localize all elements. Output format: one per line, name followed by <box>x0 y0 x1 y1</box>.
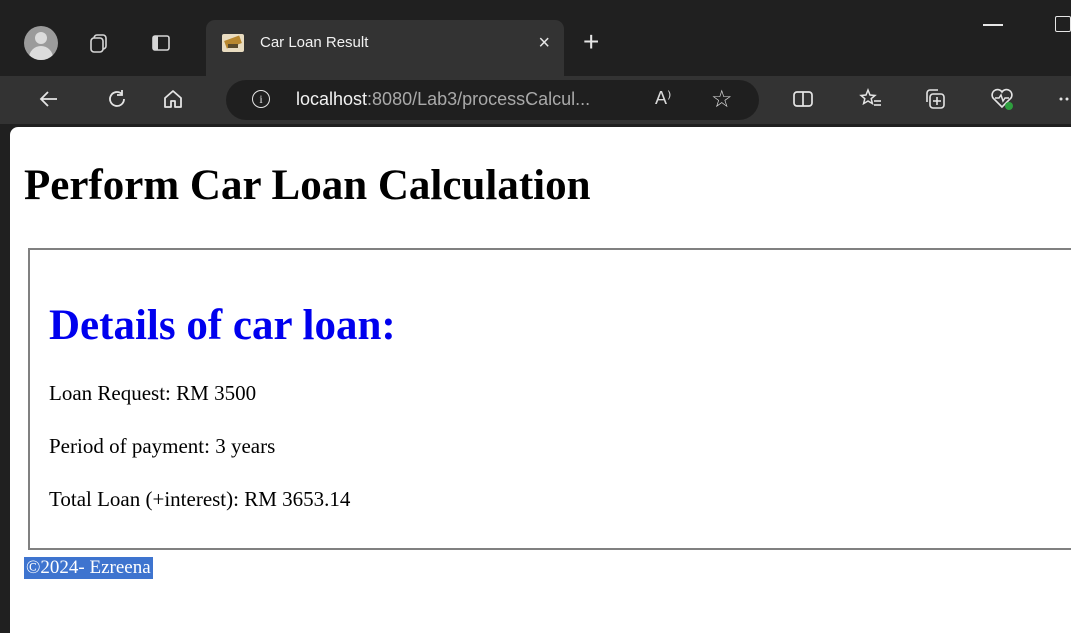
browser-titlebar: Car Loan Result × + <box>0 0 1071 76</box>
details-heading: Details of car loan: <box>49 302 396 349</box>
page-title: Perform Car Loan Calculation <box>24 162 591 209</box>
read-aloud-icon[interactable]: A⁾ <box>655 88 671 109</box>
tab-close-icon[interactable]: × <box>538 32 550 55</box>
refresh-icon[interactable] <box>102 84 132 114</box>
favorite-star-icon[interactable]: ☆ <box>711 85 733 114</box>
active-tab[interactable]: Car Loan Result × <box>206 20 564 76</box>
collections-icon[interactable] <box>920 84 950 114</box>
address-bar[interactable]: i localhost:8080/Lab3/processCalcul... A… <box>226 80 759 120</box>
browser-essentials-icon[interactable] <box>987 84 1017 114</box>
payment-period-text: Period of payment: 3 years <box>49 434 276 458</box>
more-icon[interactable] <box>1052 84 1071 114</box>
profile-avatar[interactable] <box>24 26 58 60</box>
home-icon[interactable] <box>158 84 188 114</box>
url-host: localhost <box>296 89 368 109</box>
browser-toolbar: i localhost:8080/Lab3/processCalcul... A… <box>0 76 1071 124</box>
tab-title: Car Loan Result <box>260 34 369 51</box>
new-tab-button[interactable]: + <box>583 28 599 56</box>
footer-copyright: ©2024- Ezreena <box>24 557 153 579</box>
split-screen-icon[interactable] <box>788 84 818 114</box>
site-favicon-icon <box>222 34 244 52</box>
back-icon[interactable] <box>34 84 64 114</box>
url-text[interactable]: localhost:8080/Lab3/processCalcul... <box>296 89 590 110</box>
favorites-icon[interactable] <box>856 84 886 114</box>
loan-request-text: Loan Request: RM 3500 <box>49 381 257 405</box>
url-path: :8080/Lab3/processCalcul... <box>367 89 591 109</box>
total-loan-text: Total Loan (+interest): RM 3653.14 <box>49 487 351 511</box>
loan-details-box: Details of car loan: Loan Request: RM 35… <box>28 248 1071 550</box>
tab-actions-icon[interactable] <box>148 30 174 56</box>
info-icon[interactable]: i <box>252 90 270 108</box>
minimize-icon[interactable] <box>983 24 1003 26</box>
workspaces-icon[interactable] <box>86 30 112 56</box>
page-content: Perform Car Loan Calculation Details of … <box>10 127 1071 633</box>
maximize-icon[interactable] <box>1055 16 1071 32</box>
